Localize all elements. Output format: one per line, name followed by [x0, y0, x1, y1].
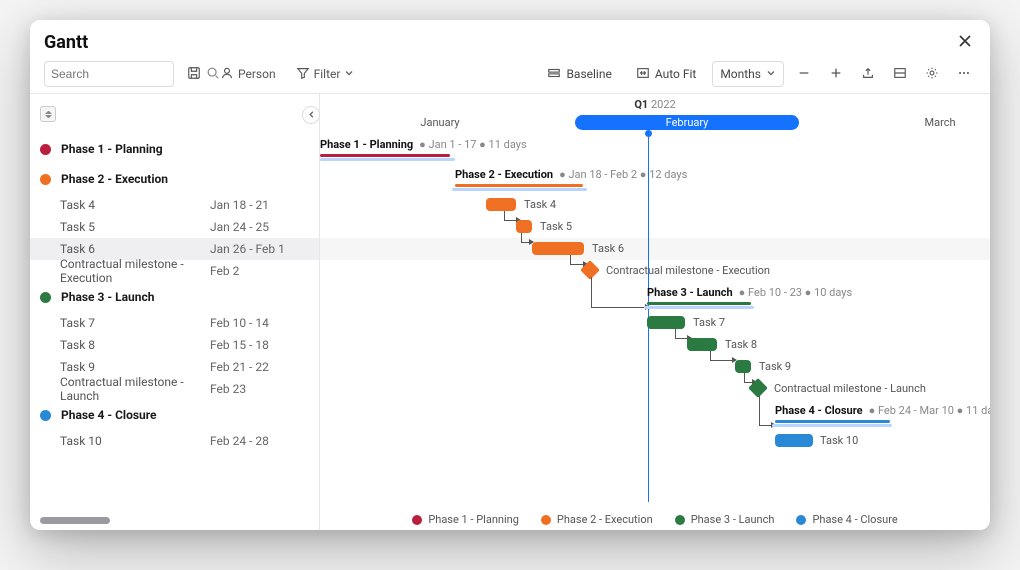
gantt-window: Gantt Person: [30, 20, 990, 530]
month-label: January: [420, 116, 459, 129]
task-row[interactable]: Task 4Jan 18 - 21: [30, 194, 319, 216]
bar-row[interactable]: Task 6: [320, 238, 990, 260]
autofit-label: Auto Fit: [655, 67, 696, 81]
summary-row-closure[interactable]: Phase 4 - Closure ● Feb 24 - Mar 10 ● 11…: [320, 400, 990, 430]
phase-label: Phase 2 - Execution: [61, 172, 168, 186]
baseline-label: Baseline: [566, 67, 611, 81]
chevron-down-icon: [766, 67, 776, 81]
phase-dot-icon: [40, 292, 51, 303]
filter-icon: [296, 66, 310, 83]
time-unit-label: Months: [720, 67, 761, 81]
more-icon: [957, 66, 971, 83]
minus-icon: [797, 66, 811, 83]
task-panel-header: [30, 94, 319, 134]
gantt-body: Phase 1 - Planning Phase 2 - Execution T…: [30, 93, 990, 530]
month-pill-february: February: [575, 115, 799, 130]
export-button[interactable]: [856, 62, 880, 86]
person-filter-button[interactable]: Person: [214, 61, 282, 87]
legend-item: Phase 2 - Execution: [541, 513, 653, 526]
phase-dot-icon: [40, 144, 51, 155]
save-view-button[interactable]: [182, 62, 206, 86]
phase-dot-icon: [40, 410, 51, 421]
gantt-chart[interactable]: Q1 2022 January February March Phase 1 -…: [320, 94, 990, 530]
phase-label: Phase 1 - Planning: [61, 142, 163, 156]
toolbar: Person Filter Baseline Auto Fit Month: [30, 61, 990, 93]
milestone-row[interactable]: Contractual milestone - Launch: [320, 378, 990, 400]
filter-label: Filter: [314, 67, 341, 81]
phase-row-execution[interactable]: Phase 2 - Execution: [30, 164, 319, 194]
task-panel: Phase 1 - Planning Phase 2 - Execution T…: [30, 94, 320, 530]
zoom-in-button[interactable]: [824, 62, 848, 86]
milestone-diamond[interactable]: [580, 260, 600, 280]
legend: Phase 1 - Planning Phase 2 - Execution P…: [320, 513, 990, 526]
bar-row[interactable]: Task 4: [320, 194, 990, 216]
phase-row-closure[interactable]: Phase 4 - Closure: [30, 400, 319, 430]
phase-dot-icon: [40, 174, 51, 185]
task-list: Phase 1 - Planning Phase 2 - Execution T…: [30, 134, 319, 530]
task-bar[interactable]: [775, 434, 813, 447]
zoom-out-button[interactable]: [792, 62, 816, 86]
month-row: January February March: [320, 114, 990, 134]
legend-item: Phase 4 - Closure: [796, 513, 897, 526]
task-row[interactable]: Contractual milestone - ExecutionFeb 2: [30, 260, 319, 282]
bar-row[interactable]: Task 10: [320, 430, 990, 452]
baseline-button[interactable]: Baseline: [539, 61, 619, 87]
legend-item: Phase 3 - Launch: [675, 513, 775, 526]
chevron-left-icon: [307, 108, 316, 122]
chart-rows: Phase 1 - Planning ● Jan 1 - 17 ● 11 day…: [320, 134, 990, 452]
panel-collapse-button[interactable]: [302, 106, 320, 124]
phase-row-planning[interactable]: Phase 1 - Planning: [30, 134, 319, 164]
task-bar[interactable]: [687, 338, 717, 351]
bar-row[interactable]: Task 7: [320, 312, 990, 334]
settings-button[interactable]: [920, 62, 944, 86]
summary-row-planning[interactable]: Phase 1 - Planning ● Jan 1 - 17 ● 11 day…: [320, 134, 990, 164]
task-row[interactable]: Task 10Feb 24 - 28: [30, 430, 319, 452]
close-icon: [958, 37, 972, 51]
milestone-diamond[interactable]: [748, 378, 768, 398]
bar-row[interactable]: Task 8: [320, 334, 990, 356]
task-bar[interactable]: [516, 220, 532, 233]
legend-item: Phase 1 - Planning: [412, 513, 519, 526]
phase-label: Phase 3 - Launch: [61, 290, 154, 304]
milestone-row[interactable]: Contractual milestone - Execution: [320, 260, 990, 282]
autofit-button[interactable]: Auto Fit: [628, 61, 704, 87]
search-box[interactable]: [44, 61, 174, 87]
phase-label: Phase 4 - Closure: [61, 408, 157, 422]
task-bar[interactable]: [532, 242, 584, 255]
summary-row-execution[interactable]: Phase 2 - Execution ● Jan 18 - Feb 2 ● 1…: [320, 164, 990, 194]
filter-button[interactable]: Filter: [290, 61, 361, 87]
collapse-all-button[interactable]: [40, 106, 56, 122]
more-button[interactable]: [952, 62, 976, 86]
save-icon: [187, 66, 201, 83]
task-row[interactable]: Contractual milestone - LaunchFeb 23: [30, 378, 319, 400]
time-unit-select[interactable]: Months: [712, 61, 784, 87]
gear-icon: [925, 66, 939, 83]
time-header: Q1 2022 January February March: [320, 94, 990, 134]
person-icon: [220, 66, 234, 83]
layout-button[interactable]: [888, 62, 912, 86]
layout-icon: [893, 66, 907, 83]
close-button[interactable]: [954, 30, 976, 55]
baseline-icon: [547, 66, 561, 83]
phase-row-launch[interactable]: Phase 3 - Launch: [30, 282, 319, 312]
task-bar[interactable]: [735, 360, 751, 373]
summary-row-launch[interactable]: Phase 3 - Launch ● Feb 10 - 23 ● 10 days: [320, 282, 990, 312]
export-icon: [861, 66, 875, 83]
bar-row[interactable]: Task 5: [320, 216, 990, 238]
task-row[interactable]: Task 7Feb 10 - 14: [30, 312, 319, 334]
quarter-label: Q1 2022: [320, 94, 990, 114]
month-label: March: [924, 116, 955, 129]
horizontal-scrollbar[interactable]: [40, 517, 110, 524]
task-row[interactable]: Task 8Feb 15 - 18: [30, 334, 319, 356]
task-bar[interactable]: [647, 316, 685, 329]
page-title: Gantt: [44, 32, 88, 53]
bar-row[interactable]: Task 9: [320, 356, 990, 378]
person-label: Person: [238, 67, 276, 81]
task-bar[interactable]: [486, 198, 516, 211]
plus-icon: [829, 66, 843, 83]
title-bar: Gantt: [30, 20, 990, 61]
autofit-icon: [636, 66, 650, 83]
chevron-down-icon: [344, 67, 354, 81]
task-row[interactable]: Task 5Jan 24 - 25: [30, 216, 319, 238]
